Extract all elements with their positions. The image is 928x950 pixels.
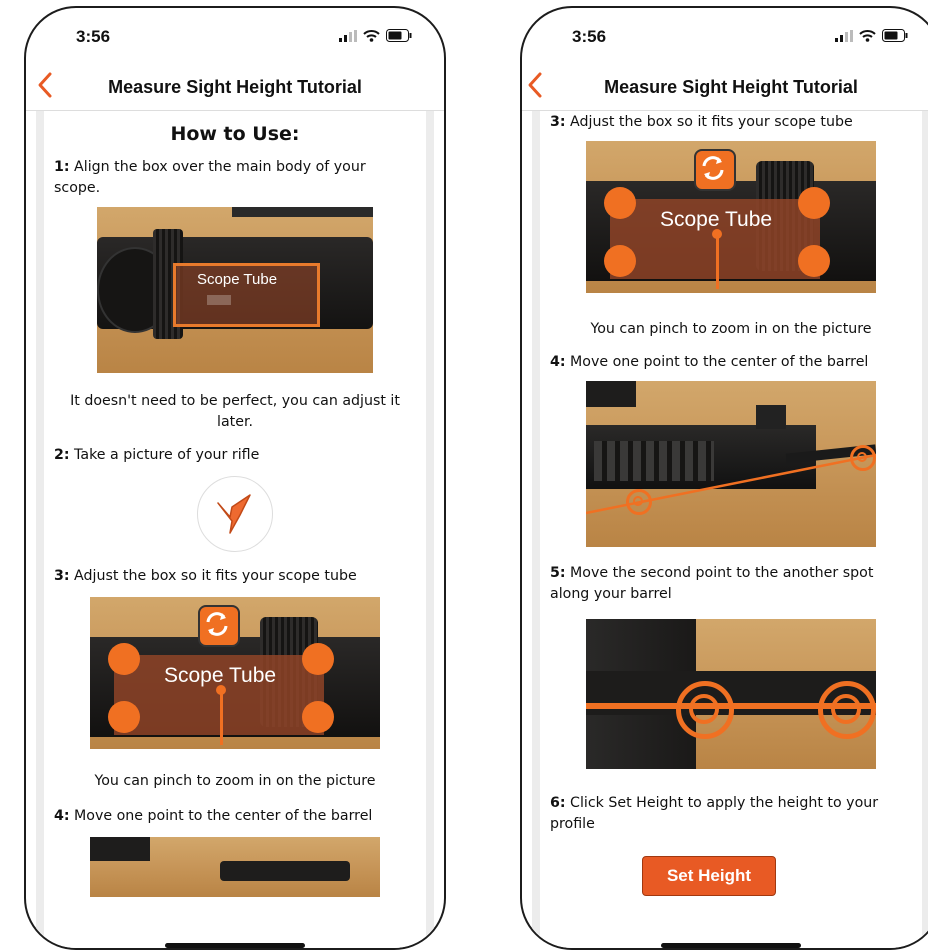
scope-tube-label-large: Scope Tube xyxy=(164,664,277,687)
step-3-image: Scope Tube xyxy=(90,597,380,749)
step-5: 5: Move the second point to the another … xyxy=(550,563,912,605)
step-4-text: Move one point to the center of the barr… xyxy=(565,354,869,370)
step-4-number: 4: xyxy=(550,354,566,370)
scope-tube-label-large: Scope Tube xyxy=(660,208,773,231)
step-1-image: Scope Tube xyxy=(97,207,373,373)
nav-bar: Measure Sight Height Tutorial xyxy=(26,64,444,111)
step-3: 3: Adjust the box so it fits your scope … xyxy=(54,566,416,587)
caption-3: You can pinch to zoom in on the picture xyxy=(94,773,376,789)
swap-icon xyxy=(198,605,240,647)
nav-bar: Measure Sight Height Tutorial xyxy=(522,64,928,111)
step-5-text: Move the second point to the another spo… xyxy=(550,565,874,602)
step-3-number: 3: xyxy=(54,568,70,584)
wifi-icon xyxy=(363,29,380,42)
battery-icon xyxy=(882,29,908,42)
phone-screen-left: 3:56 Measure Sight Height Tutorial How t… xyxy=(24,6,446,950)
step-2-text: Take a picture of your rifle xyxy=(69,447,260,463)
nav-title: Measure Sight Height Tutorial xyxy=(108,77,362,97)
step-2: 2: Take a picture of your rifle xyxy=(54,445,416,466)
step-6: 6: Click Set Height to apply the height … xyxy=(550,793,912,835)
tutorial-scroll-area[interactable]: 3: Adjust the box so it fits your scope … xyxy=(532,110,928,948)
step-1-number: 1: xyxy=(54,159,70,175)
camera-bird-icon xyxy=(217,494,251,534)
status-time: 3:56 xyxy=(76,27,111,46)
step-4-number: 4: xyxy=(54,808,70,824)
step-5-number: 5: xyxy=(550,565,566,581)
home-indicator xyxy=(165,943,305,948)
home-indicator xyxy=(661,943,801,948)
step-4-image-partial xyxy=(90,837,380,897)
camera-button[interactable] xyxy=(197,476,273,552)
step-4-text: Move one point to the center of the barr… xyxy=(69,808,373,824)
step-3-image: Scope Tube xyxy=(586,141,876,293)
step-3-text: Adjust the box so it fits your scope tub… xyxy=(565,114,853,130)
wifi-icon xyxy=(859,29,876,42)
status-bar: 3:56 xyxy=(522,8,928,54)
step-4: 4: Move one point to the center of the b… xyxy=(550,352,912,373)
tutorial-scroll-area[interactable]: How to Use: 1: Align the box over the ma… xyxy=(36,110,434,948)
scope-tube-label-small: Scope Tube xyxy=(197,271,278,288)
step-6-text: Click Set Height to apply the height to … xyxy=(550,795,879,832)
step-3-number: 3: xyxy=(550,114,566,130)
caption-1: It doesn't need to be perfect, you can a… xyxy=(70,393,400,430)
step-3: 3: Adjust the box so it fits your scope … xyxy=(550,112,912,133)
nav-title: Measure Sight Height Tutorial xyxy=(604,77,858,97)
signal-icon xyxy=(835,29,853,42)
step-1: 1: Align the box over the main body of y… xyxy=(54,157,416,199)
step-3-text: Adjust the box so it fits your scope tub… xyxy=(69,568,357,584)
signal-icon xyxy=(339,29,357,42)
step-6-number: 6: xyxy=(550,795,566,811)
step-5-image xyxy=(586,619,876,769)
caption-3: You can pinch to zoom in on the picture xyxy=(590,321,872,337)
status-time: 3:56 xyxy=(572,27,607,46)
step-1-text: Align the box over the main body of your… xyxy=(54,159,366,196)
phone-screen-right: 3:56 Measure Sight Height Tutorial 3: Ad… xyxy=(520,6,928,950)
swap-icon xyxy=(694,149,736,191)
battery-icon xyxy=(386,29,412,42)
step-2-number: 2: xyxy=(54,447,70,463)
status-bar: 3:56 xyxy=(26,8,444,54)
tutorial-heading: How to Use: xyxy=(170,123,300,145)
set-height-button[interactable]: Set Height xyxy=(642,856,776,896)
step-4-image xyxy=(586,381,876,547)
step-4: 4: Move one point to the center of the b… xyxy=(54,806,416,827)
